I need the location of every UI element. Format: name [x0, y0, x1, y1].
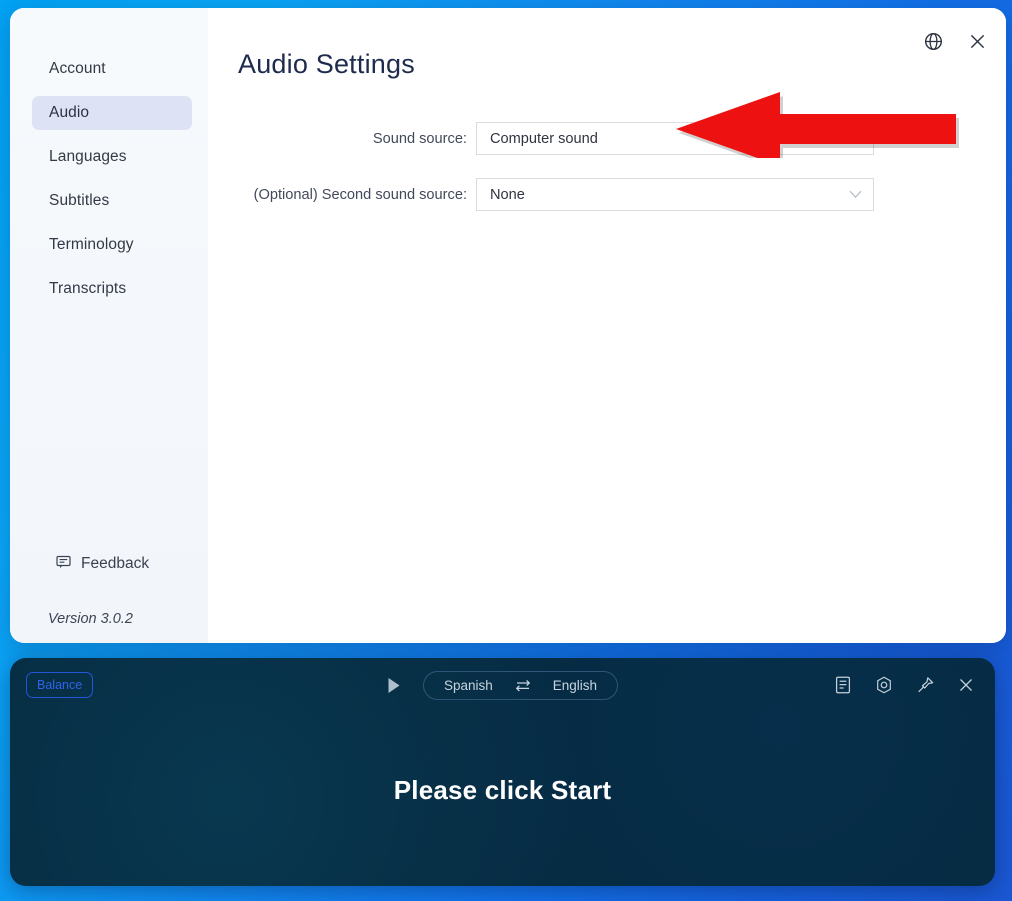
- sidebar-item-label: Audio: [49, 104, 90, 121]
- version-label: Version 3.0.2: [48, 611, 133, 627]
- speech-bubble-icon: [56, 555, 71, 574]
- window-controls: [920, 28, 990, 54]
- second-sound-source-value: None: [490, 186, 525, 203]
- feedback-button[interactable]: Feedback: [10, 551, 208, 577]
- feedback-label: Feedback: [81, 555, 150, 572]
- settings-sidebar: Account Audio Languages Subtitles Termin…: [10, 8, 208, 643]
- panel-toolbar: Balance Spanish English: [10, 658, 995, 712]
- settings-window: Account Audio Languages Subtitles Termin…: [10, 8, 1006, 643]
- sidebar-item-languages[interactable]: Languages: [32, 140, 192, 174]
- swap-arrows-icon[interactable]: [515, 679, 531, 692]
- panel-toolbar-actions: [832, 674, 977, 696]
- sidebar-footer: Feedback Version 3.0.2: [10, 551, 208, 643]
- second-sound-source-select[interactable]: None: [476, 178, 874, 211]
- sound-source-select[interactable]: Computer sound: [476, 122, 874, 155]
- panel-status-message: Please click Start: [393, 774, 612, 805]
- source-language[interactable]: Spanish: [444, 678, 493, 693]
- sidebar-item-subtitles[interactable]: Subtitles: [32, 184, 192, 218]
- transcript-icon[interactable]: [832, 674, 854, 696]
- balance-button[interactable]: Balance: [26, 672, 94, 698]
- pin-icon[interactable]: [914, 674, 936, 696]
- translation-panel: Balance Spanish English Please click Sta…: [10, 658, 995, 886]
- page-title: Audio Settings: [238, 49, 415, 79]
- sidebar-item-audio[interactable]: Audio: [32, 96, 192, 130]
- settings-content: Audio Settings Sound source: Computer so…: [208, 8, 1006, 643]
- close-icon[interactable]: [955, 674, 977, 696]
- play-icon[interactable]: [387, 677, 401, 694]
- sidebar-item-label: Languages: [49, 148, 127, 165]
- target-language[interactable]: English: [553, 678, 597, 693]
- panel-body: Please click Start: [10, 712, 995, 886]
- form-row-sound-source: Sound source: Computer sound: [208, 122, 1006, 155]
- chevron-down-icon: [849, 189, 862, 201]
- sidebar-item-label: Transcripts: [49, 280, 127, 297]
- sidebar-item-label: Account: [49, 60, 106, 77]
- sidebar-item-label: Terminology: [49, 236, 134, 253]
- sound-source-value: Computer sound: [490, 130, 598, 147]
- sidebar-item-label: Subtitles: [49, 192, 110, 209]
- settings-gear-icon[interactable]: [873, 674, 895, 696]
- language-pair-selector: Spanish English: [422, 670, 619, 700]
- sidebar-item-account[interactable]: Account: [32, 52, 192, 86]
- close-icon[interactable]: [964, 28, 990, 54]
- app-root: Account Audio Languages Subtitles Termin…: [0, 0, 1012, 901]
- sound-source-label: Sound source:: [372, 130, 467, 147]
- sidebar-item-terminology[interactable]: Terminology: [32, 228, 192, 262]
- sidebar-item-transcripts[interactable]: Transcripts: [32, 272, 192, 306]
- form-row-second-sound-source: (Optional) Second sound source: None: [208, 178, 1006, 211]
- second-sound-source-label: (Optional) Second sound source:: [253, 186, 467, 203]
- globe-icon[interactable]: [920, 28, 946, 54]
